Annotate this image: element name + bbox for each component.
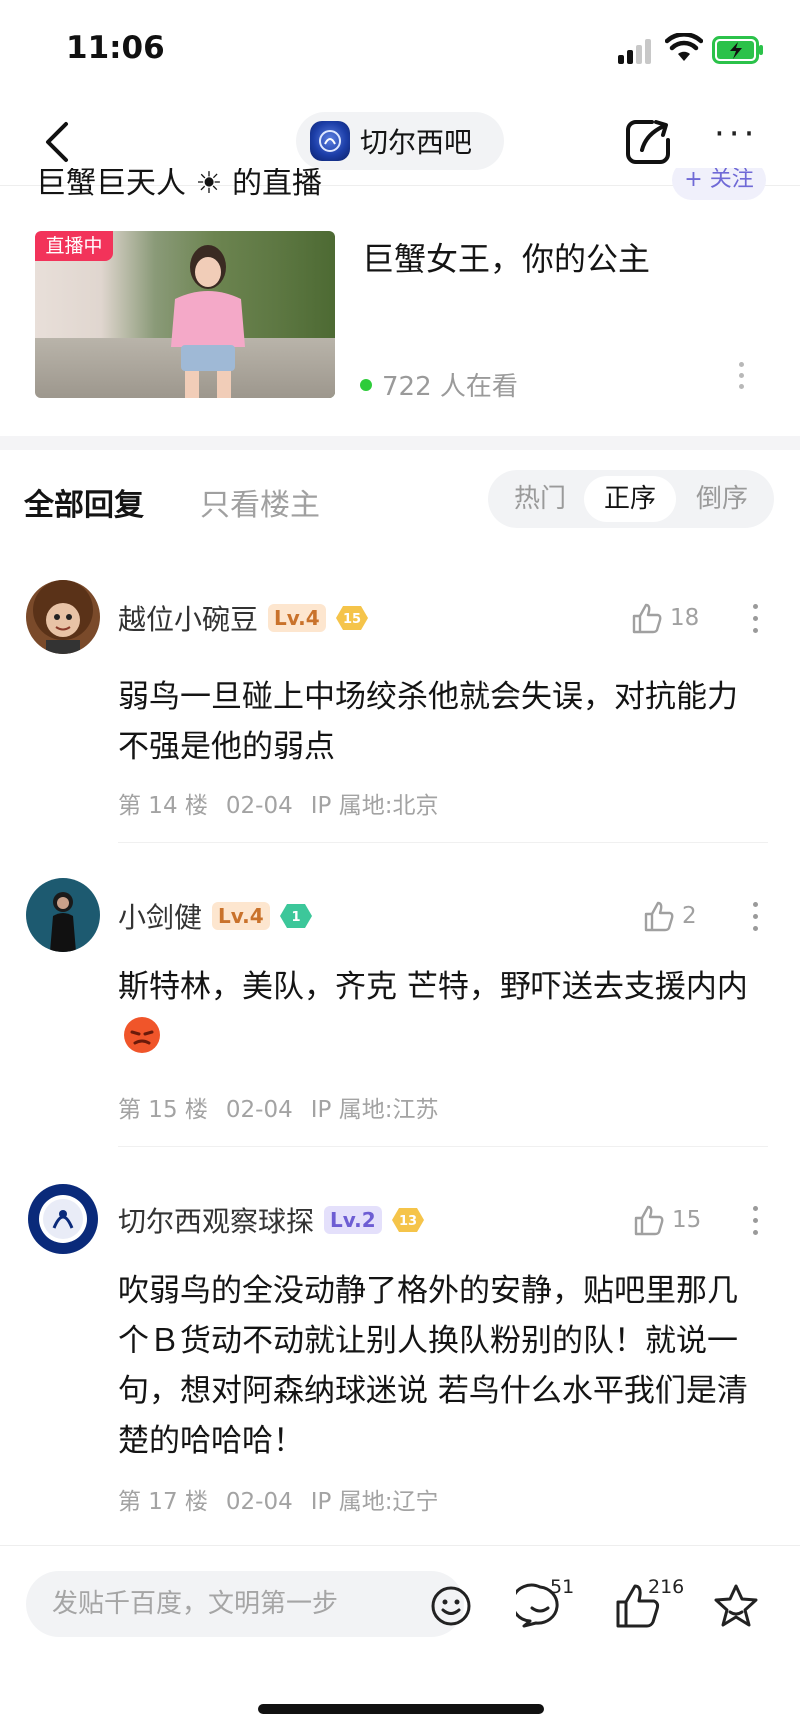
reply-divider [118,1146,768,1147]
thumbs-up-icon [632,603,662,634]
reply-input-container [26,1571,471,1637]
ip-location: IP 属地:北京 [310,793,439,819]
online-dot-icon [360,378,372,391]
like-count: 15 [672,1207,702,1233]
viewer-count-text: 722 人在看 [382,372,518,402]
forum-name: 切尔西吧 [360,126,473,159]
ip-location: IP 属地:江苏 [310,1097,439,1123]
section-divider [0,436,800,450]
username[interactable]: 越位小碗豆 [118,598,258,638]
like-count: 2 [682,903,697,929]
level-badge: Lv.2 [324,1206,382,1234]
reply-input[interactable] [52,1583,392,1625]
forum-link[interactable]: 切尔西吧 [296,112,504,170]
floor-number: 第 14 楼 [118,793,208,819]
username[interactable]: 切尔西观察球探 [118,1200,314,1240]
reply-more-icon[interactable] [751,1206,759,1242]
sort-descending[interactable]: 倒序 [676,476,768,522]
tab-owner-only[interactable]: 只看楼主 [200,480,320,524]
share-icon[interactable] [622,116,674,168]
wifi-icon [665,33,703,61]
live-streamer-title: 巨蟹巨天人 ☀ 的直播 [36,168,322,201]
home-indicator [258,1704,544,1714]
reply-text: 斯特林，美队，齐克 芒特，野吓送去支援内内 [118,962,768,1062]
member-badge-icon: 1 [279,904,312,928]
avatar[interactable] [26,580,100,654]
grumpy-emoji-icon [124,1017,160,1053]
reply-more-icon[interactable] [751,902,759,938]
tab-all-replies[interactable]: 全部回复 [24,480,144,524]
post-date: 02-04 [225,793,293,819]
floor-number: 第 17 楼 [118,1489,208,1515]
member-badge-number: 1 [291,910,300,925]
reply-divider [118,842,768,843]
member-badge-number: 13 [399,1214,417,1229]
live-badge: 直播中 [35,231,113,261]
avatar[interactable] [26,1182,100,1256]
sort-ascending[interactable]: 正序 [584,476,676,522]
like-button[interactable]: 2 [644,900,697,932]
reply-meta: 第 14 楼 02-04 IP 属地:北京 [118,786,456,820]
reply-text-content: 斯特林，美队，齐克 芒特，野吓送去支援内内 [118,969,748,1005]
like-count: 18 [670,605,700,631]
post-date: 02-04 [225,1097,293,1123]
like-button[interactable]: 15 [634,1204,701,1236]
viewer-count: 722 人在看 [360,366,518,403]
live-thumbnail[interactable]: 直播中 [35,231,335,398]
username[interactable]: 小剑健 [118,896,202,936]
forum-logo-icon [310,121,350,161]
emoji-icon[interactable] [430,1585,472,1627]
live-caption[interactable]: 巨蟹女王，你的公主 [362,234,650,280]
streamer-photo [171,245,245,398]
back-arrow-icon[interactable] [38,118,78,166]
sort-hot[interactable]: 热门 [494,476,586,522]
like-count-total: 216 [648,1576,685,1598]
member-badge-icon: 13 [391,1208,424,1232]
reply-meta: 第 15 楼 02-04 IP 属地:江苏 [118,1090,456,1124]
thumbs-up-icon [634,1205,664,1236]
sort-toggle: 热门 正序 倒序 [488,470,774,528]
comment-count: 51 [550,1576,575,1598]
member-badge-number: 15 [343,612,361,627]
follow-button[interactable]: + 关注 [672,168,766,200]
ip-location: IP 属地:辽宁 [310,1489,439,1515]
reply-meta: 第 17 楼 02-04 IP 属地:辽宁 [118,1482,456,1516]
battery-charging-icon [712,36,763,64]
reply-more-icon[interactable] [751,604,759,640]
avatar[interactable] [26,878,100,952]
reply-text: 吹弱鸟的全没动静了格外的安静，贴吧里那几个Ｂ货动不动就让别人换队粉别的队！就说一… [118,1273,748,1459]
member-badge-icon: 15 [335,606,368,630]
reply-text: 弱鸟一旦碰上中场绞杀他就会失误，对抗能力不强是他的弱点 [118,679,738,765]
post-date: 02-04 [225,1489,293,1515]
level-badge: Lv.4 [212,902,270,930]
level-badge: Lv.4 [268,604,326,632]
floor-number: 第 15 楼 [118,1097,208,1123]
cellular-signal-icon [618,38,654,64]
card-more-icon[interactable] [734,362,748,398]
status-bar: 11:06 [0,0,800,100]
thumbs-up-icon [644,901,674,932]
more-options-icon[interactable]: ··· [714,117,762,160]
status-time: 11:06 [66,30,165,66]
like-button[interactable]: 18 [632,602,699,634]
favorite-star-icon[interactable] [712,1582,760,1630]
live-header: 巨蟹巨天人 ☀ 的直播 + 关注 [36,168,766,208]
bottom-bar: 51 216 [0,1545,800,1731]
